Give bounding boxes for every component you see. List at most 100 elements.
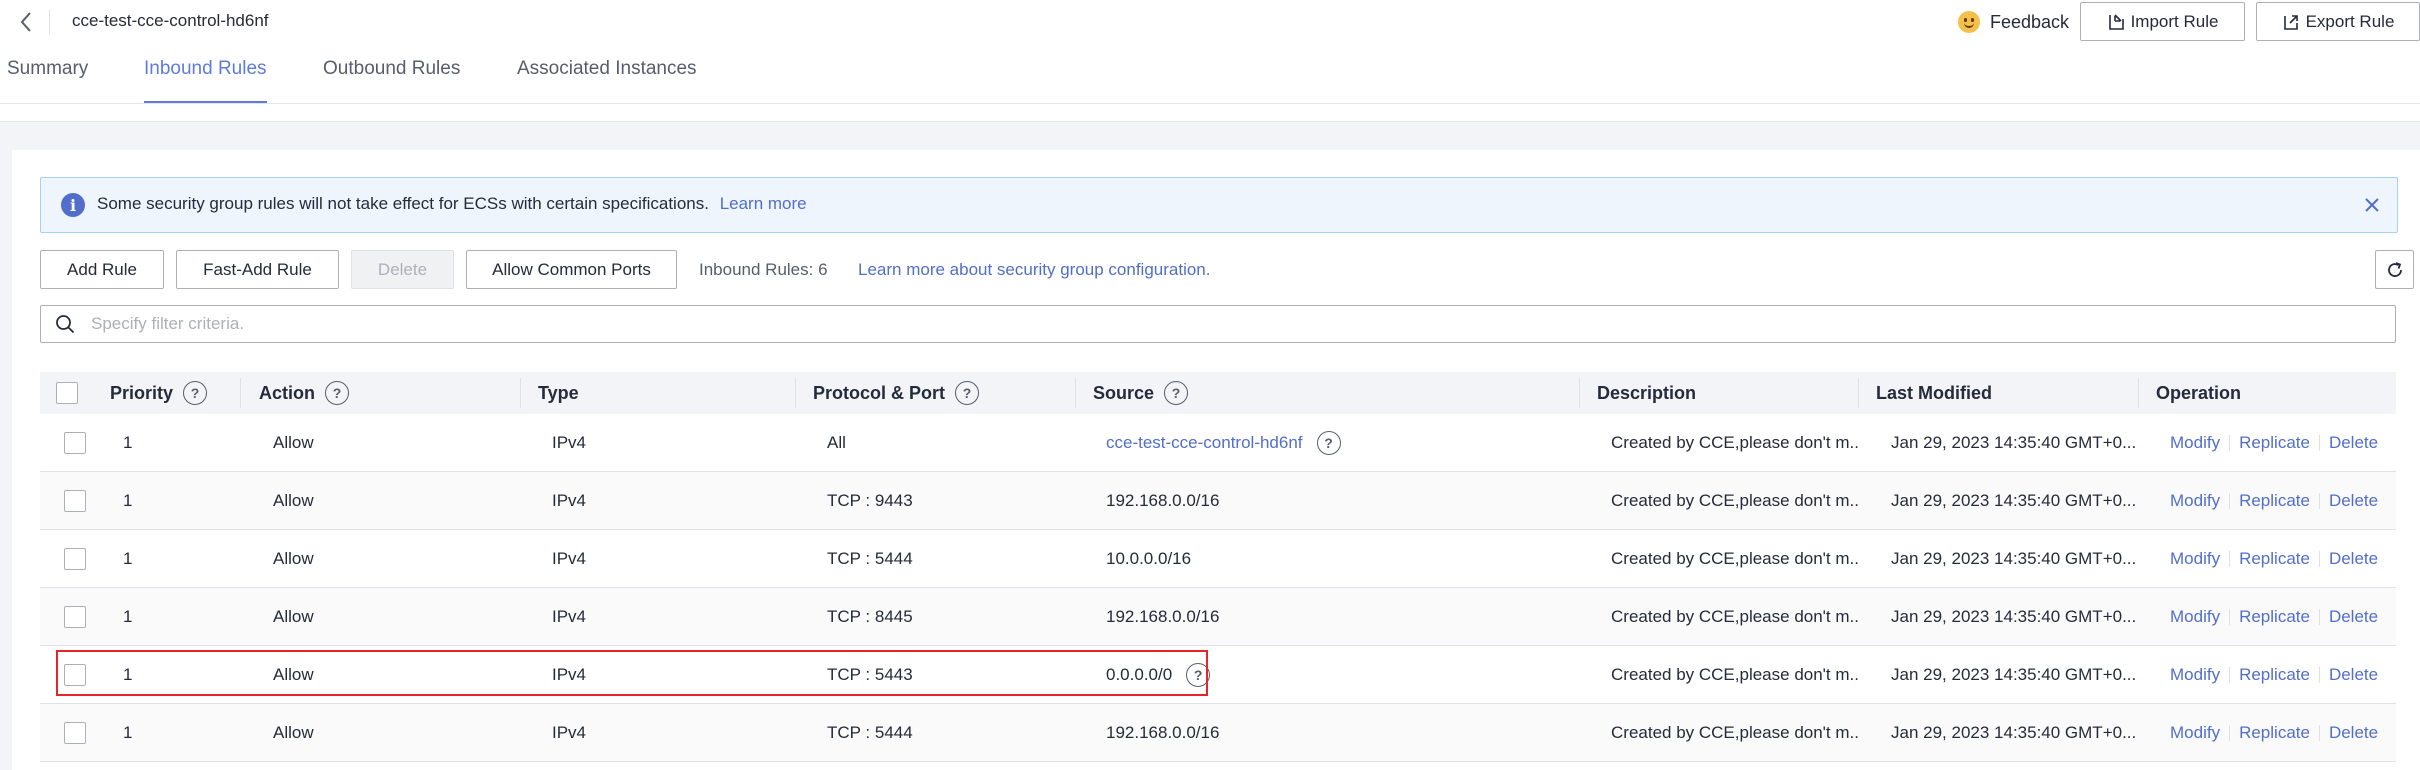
modify-link[interactable]: Modify: [2170, 607, 2220, 627]
operation-divider: [2318, 492, 2320, 509]
row-checkbox[interactable]: [64, 664, 86, 686]
cell-type: IPv4: [552, 432, 587, 452]
operation-divider: [2229, 666, 2231, 683]
cell-description: Created by CCE,please don't m...: [1611, 548, 1859, 568]
table-row: 1 Allow IPv4 TCP : 5443 0.0.0.0/0? Created by…: [40, 646, 2396, 704]
help-icon[interactable]: ?: [1186, 662, 1211, 687]
replicate-link[interactable]: Replicate: [2239, 491, 2310, 511]
cell-operation: Modify Replicate Delete: [2170, 704, 2396, 761]
replicate-link[interactable]: Replicate: [2239, 607, 2310, 627]
source-group-link[interactable]: cce-test-cce-control-hd6nf: [1106, 433, 1303, 453]
row-checkbox[interactable]: [64, 432, 86, 454]
import-rule-button[interactable]: Import Rule: [2080, 2, 2245, 41]
info-notice: i Some security group rules will not tak…: [40, 177, 2398, 233]
cell-source: cce-test-cce-control-hd6nf?: [1106, 414, 1566, 471]
table-header: Priority ? Action ? Type Protocol & Port…: [40, 372, 2396, 414]
select-all-checkbox[interactable]: [56, 382, 78, 404]
cell-source: 0.0.0.0/0?: [1106, 646, 1566, 703]
column-description-label: Description: [1597, 382, 1697, 403]
row-checkbox[interactable]: [64, 722, 86, 744]
source-cidr: 192.168.0.0/16: [1106, 606, 1220, 626]
allow-common-ports-button[interactable]: Allow Common Ports: [466, 250, 677, 289]
inbound-rules-panel: i Some security group rules will not tak…: [12, 150, 2420, 770]
tab-outbound-rules[interactable]: Outbound Rules: [323, 58, 460, 104]
column-type: Type: [538, 372, 579, 414]
export-rule-button[interactable]: Export Rule: [2256, 2, 2420, 41]
page-header: cce-test-cce-control-hd6nf Feedback Impo…: [0, 0, 2420, 122]
refresh-button[interactable]: [2375, 250, 2414, 289]
modify-link[interactable]: Modify: [2170, 549, 2220, 569]
column-type-label: Type: [538, 382, 579, 403]
add-rule-button[interactable]: Add Rule: [40, 250, 164, 289]
modify-link[interactable]: Modify: [2170, 723, 2220, 743]
column-last-modified: Last Modified: [1876, 372, 1992, 414]
info-icon: i: [61, 193, 85, 217]
cell-action: Allow: [273, 606, 314, 626]
operation-divider: [2229, 608, 2231, 625]
delete-link[interactable]: Delete: [2329, 433, 2378, 453]
replicate-link[interactable]: Replicate: [2239, 723, 2310, 743]
help-icon[interactable]: ?: [325, 381, 349, 405]
delete-link[interactable]: Delete: [2329, 665, 2378, 685]
delete-link[interactable]: Delete: [2329, 723, 2378, 743]
table-row: 1 Allow IPv4 TCP : 9443 192.168.0.0/16 Create…: [40, 472, 2396, 530]
help-icon[interactable]: ?: [1164, 381, 1189, 405]
feedback-label: Feedback: [1990, 11, 2070, 32]
source-cidr: 10.0.0.0/16: [1106, 548, 1192, 568]
column-source: Source ?: [1093, 372, 1189, 414]
cell-type: IPv4: [552, 722, 587, 742]
modify-link[interactable]: Modify: [2170, 491, 2220, 511]
modify-link[interactable]: Modify: [2170, 433, 2220, 453]
cell-protocol-port: TCP : 5444: [827, 722, 913, 742]
modify-link[interactable]: Modify: [2170, 665, 2220, 685]
operation-divider: [2318, 608, 2320, 625]
tab-associated-instances[interactable]: Associated Instances: [517, 58, 697, 104]
delete-link[interactable]: Delete: [2329, 491, 2378, 511]
fast-add-rule-button[interactable]: Fast-Add Rule: [176, 250, 339, 289]
source-cidr: 192.168.0.0/16: [1106, 722, 1220, 742]
filter-search-box[interactable]: [40, 305, 2396, 343]
tab-inbound-rules[interactable]: Inbound Rules: [144, 58, 267, 104]
source-cidr: 192.168.0.0/16: [1106, 490, 1220, 510]
column-operation: Operation: [2156, 372, 2241, 414]
security-group-config-link[interactable]: Learn more about security group configur…: [858, 260, 1210, 280]
cell-last-modified: Jan 29, 2023 14:35:40 GMT+0...: [1891, 490, 2137, 510]
smile-icon: [1958, 11, 1980, 33]
column-operation-label: Operation: [2156, 382, 2242, 403]
cell-protocol-port: TCP : 8445: [827, 606, 913, 626]
chevron-left-icon: [20, 12, 31, 32]
cell-description: Created by CCE,please don't m...: [1611, 664, 1859, 684]
tab-summary[interactable]: Summary: [7, 58, 88, 104]
help-icon[interactable]: ?: [955, 381, 980, 405]
feedback-link[interactable]: Feedback: [1958, 8, 2069, 36]
replicate-link[interactable]: Replicate: [2239, 433, 2310, 453]
delete-link[interactable]: Delete: [2329, 549, 2378, 569]
help-icon[interactable]: ?: [183, 381, 208, 405]
cell-source: 192.168.0.0/16: [1106, 588, 1566, 645]
operation-divider: [2318, 434, 2320, 451]
notice-learn-more-link[interactable]: Learn more: [720, 194, 807, 213]
column-divider: [1579, 378, 1580, 408]
delete-link[interactable]: Delete: [2329, 607, 2378, 627]
title-divider: [49, 10, 50, 34]
cell-source: 192.168.0.0/16: [1106, 472, 1566, 529]
replicate-link[interactable]: Replicate: [2239, 665, 2310, 685]
cell-action: Allow: [273, 548, 314, 568]
column-divider: [520, 378, 521, 408]
close-notice-button[interactable]: [2359, 192, 2385, 218]
cell-last-modified: Jan 29, 2023 14:35:40 GMT+0...: [1891, 606, 2137, 626]
operation-divider: [2229, 492, 2231, 509]
filter-input[interactable]: [91, 312, 2371, 336]
cell-description: Created by CCE,please don't m...: [1611, 606, 1859, 626]
cell-priority: 1: [123, 490, 133, 510]
delete-button[interactable]: Delete: [351, 250, 454, 289]
back-button[interactable]: [14, 8, 38, 36]
column-divider: [240, 378, 241, 408]
replicate-link[interactable]: Replicate: [2239, 549, 2310, 569]
source-cidr: 0.0.0.0/0: [1106, 664, 1173, 684]
column-source-label: Source: [1093, 382, 1155, 403]
help-icon[interactable]: ?: [1316, 430, 1341, 455]
row-checkbox[interactable]: [64, 606, 86, 628]
row-checkbox[interactable]: [64, 490, 86, 512]
row-checkbox[interactable]: [64, 548, 86, 570]
